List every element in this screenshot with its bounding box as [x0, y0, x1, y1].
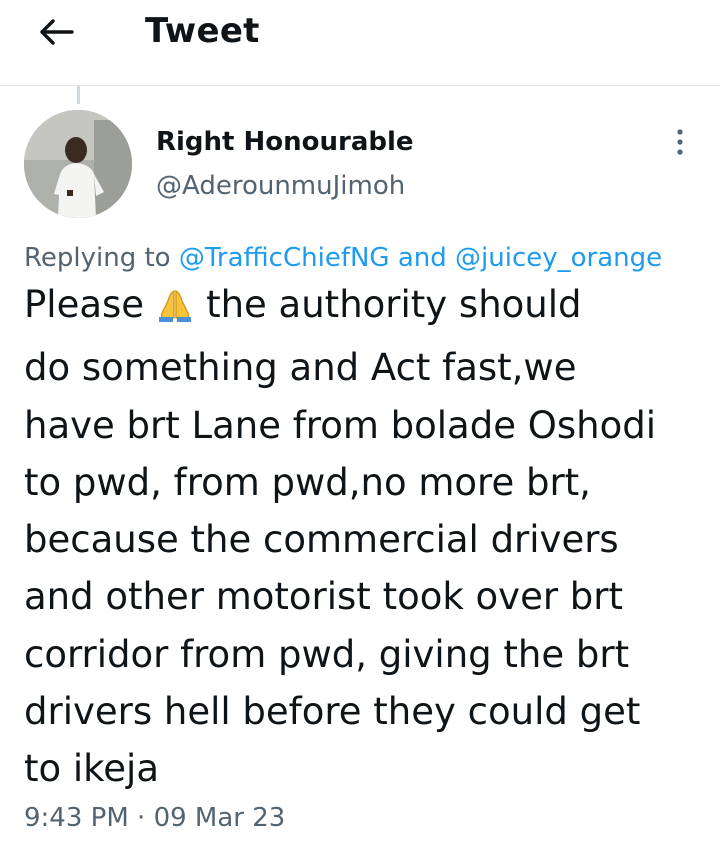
mention-link-1[interactable]: @TrafficChiefNG — [179, 243, 390, 273]
tweet-time: 9:43 PM — [24, 803, 129, 833]
replying-to-label: Replying to — [24, 243, 171, 273]
page-title: Tweet — [145, 11, 260, 51]
replying-to-line: Replying to @TrafficChiefNG and @juicey_… — [24, 238, 662, 278]
tweet-date: 09 Mar 23 — [153, 803, 286, 833]
more-vertical-icon — [677, 129, 683, 155]
avatar-photo — [24, 110, 132, 218]
tweet-text-start: Please — [24, 283, 145, 326]
mention-link-2[interactable]: @juicey_orange — [455, 243, 662, 273]
author-handle[interactable]: @AderounmuJimoh — [156, 168, 405, 204]
folded-hands-icon — [150, 282, 200, 339]
timestamp-separator: · — [137, 803, 146, 833]
more-options-button[interactable] — [664, 126, 696, 158]
arrow-left-icon — [40, 19, 74, 45]
avatar[interactable] — [24, 110, 132, 218]
back-button[interactable] — [30, 10, 82, 54]
top-bar: Tweet — [0, 0, 720, 86]
mention-joiner: and — [397, 243, 447, 273]
tweet-body: Please the authority should do something… — [24, 276, 714, 798]
author-name[interactable]: Right Honourable — [156, 124, 414, 160]
tweet-timestamp[interactable]: 9:43 PM · 09 Mar 23 — [24, 798, 285, 838]
tweet-text-rest: the authority should do something and Ac… — [24, 283, 656, 791]
thread-connector-line — [77, 86, 80, 104]
